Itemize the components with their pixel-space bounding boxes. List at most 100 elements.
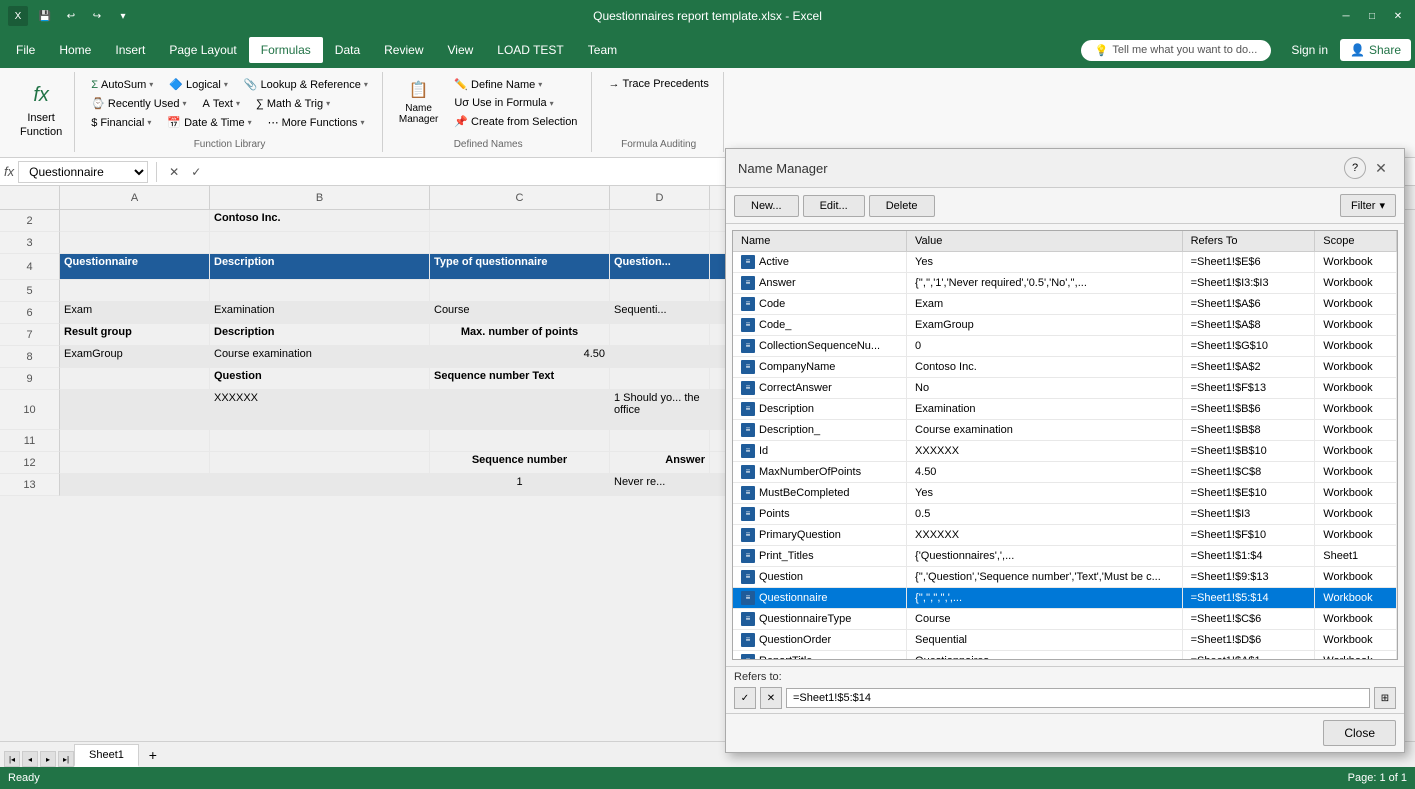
menu-team[interactable]: Team <box>576 37 629 63</box>
add-sheet-button[interactable]: + <box>141 743 165 767</box>
lookup-reference-button[interactable]: 📎 Lookup & Reference ▾ <box>238 76 374 93</box>
cell-C9[interactable]: Sequence number Text <box>430 368 610 390</box>
cell-A12[interactable] <box>60 452 210 474</box>
tab-scroll-left[interactable]: ◂ <box>22 751 38 767</box>
cell-A9[interactable] <box>60 368 210 390</box>
col-header-A[interactable]: A <box>60 186 210 209</box>
dialog-close-footer-button[interactable]: Close <box>1323 720 1396 746</box>
undo-btn[interactable]: ↩ <box>62 7 80 25</box>
cell-B8[interactable]: Course examination <box>210 346 430 368</box>
redo-btn[interactable]: ↪ <box>88 7 106 25</box>
cell-B7[interactable]: Description <box>210 324 430 346</box>
refers-confirm-btn[interactable]: ✓ <box>734 687 756 709</box>
menu-insert[interactable]: Insert <box>103 37 157 63</box>
sign-in-link[interactable]: Sign in <box>1283 39 1336 61</box>
cell-D8[interactable] <box>610 346 710 368</box>
table-row[interactable]: ≡CorrectAnswerNo=Sheet1!$F$13Workbook <box>733 378 1397 399</box>
financial-button[interactable]: $ Financial ▾ <box>85 115 157 131</box>
cell-B10[interactable]: XXXXXX <box>210 390 430 430</box>
col-header-B[interactable]: B <box>210 186 430 209</box>
table-row[interactable]: ≡Answer{'','','1','Never required','0.5'… <box>733 273 1397 294</box>
cell-D13[interactable]: Never re... <box>610 474 710 496</box>
table-row[interactable]: ≡CompanyNameContoso Inc.=Sheet1!$A$2Work… <box>733 357 1397 378</box>
cell-D11[interactable] <box>610 430 710 452</box>
col-header-D[interactable]: D <box>610 186 710 209</box>
cell-D2[interactable] <box>610 210 710 232</box>
autosum-button[interactable]: Σ AutoSum ▾ <box>85 77 159 93</box>
customize-btn[interactable]: ▾ <box>114 7 132 25</box>
table-row[interactable]: ≡CodeExam=Sheet1!$A$6Workbook <box>733 294 1397 315</box>
table-row[interactable]: ≡Question{'','Question','Sequence number… <box>733 567 1397 588</box>
col-header-C[interactable]: C <box>430 186 610 209</box>
cell-D12[interactable]: Answer <box>610 452 710 474</box>
refers-cancel-btn[interactable]: ✕ <box>760 687 782 709</box>
cell-D5[interactable] <box>610 280 710 302</box>
cell-A2[interactable] <box>60 210 210 232</box>
name-manager-button[interactable]: 📋 NameManager <box>393 76 444 148</box>
logical-button[interactable]: 🔷 Logical ▾ <box>163 76 234 93</box>
cell-D4[interactable]: Question... <box>610 254 710 280</box>
cell-D6[interactable]: Sequenti... <box>610 302 710 324</box>
close-btn[interactable]: ✕ <box>1389 7 1407 25</box>
cell-C12[interactable]: Sequence number <box>430 452 610 474</box>
cell-B4[interactable]: Description <box>210 254 430 280</box>
cell-D3[interactable] <box>610 232 710 254</box>
minimize-btn[interactable]: ─ <box>1337 7 1355 25</box>
use-in-formula-button[interactable]: Uσ Use in Formula ▾ <box>448 95 583 111</box>
col-header-value[interactable]: Value <box>907 231 1183 252</box>
col-header-refers-to[interactable]: Refers To <box>1182 231 1315 252</box>
define-name-button[interactable]: ✏️ Define Name ▾ <box>448 76 583 93</box>
dialog-close-button[interactable]: ✕ <box>1370 157 1392 179</box>
cell-C3[interactable] <box>430 232 610 254</box>
menu-file[interactable]: File <box>4 37 47 63</box>
table-row[interactable]: ≡Print_Titles{'Questionnaires',',...=She… <box>733 546 1397 567</box>
menu-formulas[interactable]: Formulas <box>249 37 323 63</box>
table-row[interactable]: ≡Description_Course examination=Sheet1!$… <box>733 420 1397 441</box>
table-row[interactable]: ≡IdXXXXXX=Sheet1!$B$10Workbook <box>733 441 1397 462</box>
cell-C11[interactable] <box>430 430 610 452</box>
table-row[interactable]: ≡MaxNumberOfPoints4.50=Sheet1!$C$8Workbo… <box>733 462 1397 483</box>
tell-me-input[interactable]: 💡 Tell me what you want to do... <box>1081 40 1272 61</box>
insert-function-button[interactable]: fx InsertFunction <box>16 76 66 146</box>
menu-view[interactable]: View <box>436 37 486 63</box>
cell-D7[interactable] <box>610 324 710 346</box>
cancel-formula-btn[interactable]: ✕ <box>165 165 183 179</box>
cell-C4[interactable]: Type of questionnaire <box>430 254 610 280</box>
create-from-selection-button[interactable]: 📌 Create from Selection <box>448 113 583 130</box>
cell-B2[interactable]: Contoso Inc. <box>210 210 430 232</box>
recently-used-button[interactable]: ⌚ Recently Used ▾ <box>85 95 192 112</box>
menu-home[interactable]: Home <box>47 37 103 63</box>
cell-A11[interactable] <box>60 430 210 452</box>
refers-to-input[interactable] <box>786 688 1370 708</box>
cell-D10[interactable]: 1 Should yo... the office <box>610 390 710 430</box>
name-manager-dialog[interactable]: Name Manager ? ✕ New... Edit... Delete F… <box>725 148 1405 753</box>
trace-precedents-button[interactable]: → Trace Precedents <box>602 76 714 92</box>
menu-page-layout[interactable]: Page Layout <box>157 37 248 63</box>
cell-B9[interactable]: Question <box>210 368 430 390</box>
table-row[interactable]: ≡CollectionSequenceNu...0=Sheet1!$G$10Wo… <box>733 336 1397 357</box>
new-name-button[interactable]: New... <box>734 195 799 217</box>
dialog-help-button[interactable]: ? <box>1344 157 1366 179</box>
table-row[interactable]: ≡Questionnaire{'','','','',',...=Sheet1!… <box>733 588 1397 609</box>
name-manager-table-container[interactable]: Name Value Refers To Scope ≡ActiveYes=Sh… <box>732 230 1398 660</box>
tab-scroll-left-left[interactable]: |◂ <box>4 751 20 767</box>
cell-B6[interactable]: Examination <box>210 302 430 324</box>
cell-B12[interactable] <box>210 452 430 474</box>
cell-A3[interactable] <box>60 232 210 254</box>
col-header-scope[interactable]: Scope <box>1315 231 1397 252</box>
quick-save-btn[interactable]: 💾 <box>36 7 54 25</box>
cell-A5[interactable] <box>60 280 210 302</box>
menu-data[interactable]: Data <box>323 37 372 63</box>
table-row[interactable]: ≡DescriptionExamination=Sheet1!$B$6Workb… <box>733 399 1397 420</box>
more-functions-button[interactable]: ⋯ More Functions ▾ <box>262 114 371 131</box>
cell-B11[interactable] <box>210 430 430 452</box>
sheet-tab-sheet1[interactable]: Sheet1 <box>74 744 139 767</box>
col-header-name[interactable]: Name <box>733 231 907 252</box>
text-button[interactable]: A Text ▾ <box>196 96 246 112</box>
cell-A10[interactable] <box>60 390 210 430</box>
cell-C5[interactable] <box>430 280 610 302</box>
cell-C2[interactable] <box>430 210 610 232</box>
table-row[interactable]: ≡Points0.5=Sheet1!$I3Workbook <box>733 504 1397 525</box>
date-time-button[interactable]: 📅 Date & Time ▾ <box>161 114 257 131</box>
table-row[interactable]: ≡PrimaryQuestionXXXXXX=Sheet1!$F$10Workb… <box>733 525 1397 546</box>
